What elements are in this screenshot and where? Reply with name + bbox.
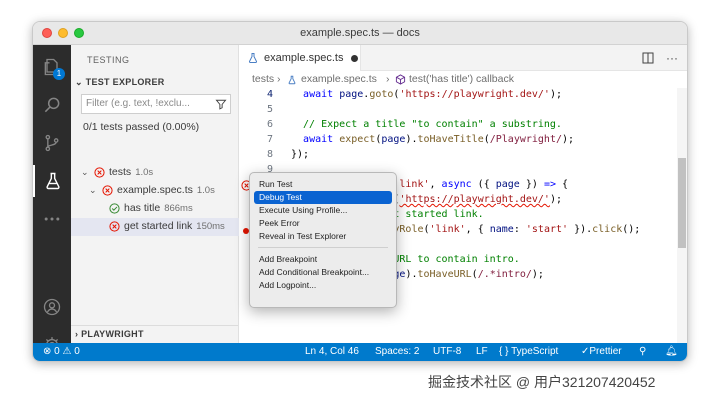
code-line: 5 — [239, 103, 687, 118]
menu-item-debug-test[interactable]: Debug Test — [254, 191, 392, 204]
tree-item-example-spec[interactable]: ⌄ example.spec.ts 1.0s — [71, 182, 239, 200]
language-mode[interactable]: { } TypeScript — [499, 346, 558, 357]
warning-icon: ⚠ — [62, 346, 72, 357]
scrollbar-thumb[interactable] — [678, 158, 686, 248]
warning-count: 0 — [74, 346, 80, 357]
notifications-bell-icon[interactable]: 🔔︎ — [665, 346, 678, 357]
tree-item-tests[interactable]: ⌄ tests 1.0s — [71, 164, 239, 182]
test-explorer-label: TEST EXPLORER — [85, 77, 165, 87]
breadcrumb-item-tests[interactable]: tests — [252, 73, 274, 85]
chevron-right-icon: › — [277, 73, 281, 85]
editor-scrollbar[interactable] — [677, 88, 687, 343]
split-editor-icon[interactable] — [641, 51, 655, 65]
more-actions-icon[interactable]: ··· — [665, 51, 679, 65]
code-line-text: }); — [291, 149, 310, 160]
code-line-text: await expect(page).toHaveTitle(/Playwrig… — [303, 134, 575, 145]
error-count: 0 — [54, 346, 60, 357]
tree-item-label: example.spec.ts — [117, 184, 193, 196]
explorer-icon[interactable]: 1 — [33, 51, 71, 83]
menu-item-add-breakpoint[interactable]: Add Breakpoint — [254, 253, 392, 266]
encoding[interactable]: UTF-8 — [433, 346, 461, 357]
chevron-down-icon: ⌄ — [81, 167, 89, 177]
failed-status-icon — [94, 167, 105, 178]
passed-status-icon — [109, 203, 120, 214]
tree-item-duration: 150ms — [196, 221, 225, 232]
more-icon[interactable] — [33, 203, 71, 235]
chevron-down-icon: ⌄ — [75, 77, 86, 87]
error-icon: ⊗ — [43, 346, 52, 357]
test-filter-input[interactable]: Filter (e.g. text, !exclu... — [81, 94, 231, 114]
cursor-position[interactable]: Ln 4, Col 46 — [305, 346, 359, 357]
tree-item-label: has title — [124, 202, 161, 214]
line-number: 4 — [266, 89, 273, 100]
prettier-label: Prettier — [589, 346, 622, 357]
menu-item-run-test[interactable]: Run Test — [254, 178, 392, 191]
symbol-method-icon — [395, 74, 406, 85]
indentation[interactable]: Spaces: 2 — [375, 346, 419, 357]
filter-placeholder: Filter (e.g. text, !exclu... — [86, 98, 190, 109]
breadcrumb: tests › example.spec.ts › test('has titl… — [239, 71, 687, 88]
end-of-line[interactable]: LF — [476, 346, 488, 357]
line-number: 8 — [266, 149, 273, 160]
prettier-status[interactable]: ✓Prettier — [581, 346, 622, 357]
tab-bar: example.spec.ts ··· — [239, 45, 687, 71]
code-line-text: // Expect a title "to contain" a substri… — [291, 119, 562, 130]
tree-item-get-started-link[interactable]: get started link 150ms — [71, 218, 239, 236]
chevron-down-icon: ⌄ — [89, 185, 97, 195]
menu-item-reveal-in-test-explorer[interactable]: Reveal in Test Explorer — [254, 230, 392, 243]
status-bar: ⊗ 0 ⚠ 0 Ln 4, Col 46 Spaces: 2 UTF-8 LF … — [33, 343, 687, 361]
code-line: 4 await page.goto('https://playwright.de… — [239, 88, 687, 103]
line-number: 5 — [266, 104, 273, 115]
title-bar: example.spec.ts — docs — [33, 22, 687, 45]
account-icon[interactable] — [33, 291, 71, 323]
code-line-text: await page.goto('https://playwright.dev/… — [303, 89, 562, 100]
testing-sidebar: TESTING ⌄ TEST EXPLORER Filter (e.g. tex… — [71, 45, 239, 343]
tree-item-duration: 1.0s — [196, 185, 215, 196]
line-number: 7 — [266, 134, 273, 145]
line-number: 6 — [266, 119, 273, 130]
menu-item-add-conditional-breakpoint[interactable]: Add Conditional Breakpoint... — [254, 266, 392, 279]
activity-bar: 1 — [33, 45, 71, 353]
feedback-icon[interactable]: ⚲ — [639, 346, 646, 357]
search-icon[interactable] — [33, 89, 71, 121]
failed-status-icon — [109, 221, 120, 232]
menu-separator — [258, 247, 388, 248]
playwright-section-header[interactable]: › PLAYWRIGHT — [71, 325, 238, 343]
flask-icon — [248, 53, 258, 63]
tree-item-has-title[interactable]: has title 866ms — [71, 200, 239, 218]
unsaved-dot-icon[interactable] — [351, 55, 358, 62]
chevron-right-icon: › — [386, 73, 390, 85]
menu-item-execute-using-profile[interactable]: Execute Using Profile... — [254, 204, 392, 217]
testing-icon[interactable] — [33, 165, 71, 197]
code-line: 6 // Expect a title "to contain" a subst… — [239, 118, 687, 133]
explorer-badge: 1 — [53, 68, 65, 80]
breadcrumb-item-file[interactable]: example.spec.ts — [301, 73, 377, 85]
code-line: 7 await expect(page).toHaveTitle(/Playwr… — [239, 133, 687, 148]
test-explorer-header[interactable]: ⌄ TEST EXPLORER — [75, 77, 165, 88]
tree-item-label: get started link — [124, 220, 193, 232]
tree-item-duration: 1.0s — [135, 167, 154, 178]
code-line: 8 }); — [239, 148, 687, 163]
playwright-section-label: PLAYWRIGHT — [81, 329, 144, 339]
flask-icon — [288, 75, 296, 85]
sidebar-title: TESTING — [87, 55, 130, 65]
tests-summary: 0/1 tests passed (0.00%) — [83, 121, 200, 133]
breadcrumb-item-symbol[interactable]: test('has title') callback — [409, 73, 514, 85]
failed-status-icon — [102, 185, 113, 196]
source-control-icon[interactable] — [33, 127, 71, 159]
tree-item-duration: 866ms — [164, 203, 193, 214]
braces-icon: { } — [499, 346, 509, 357]
language-label: TypeScript — [511, 346, 559, 357]
menu-item-add-logpoint[interactable]: Add Logpoint... — [254, 279, 392, 292]
window-title: example.spec.ts — docs — [300, 27, 420, 39]
tab-example-spec[interactable]: example.spec.ts — [239, 45, 361, 71]
watermark-text: 掘金技术社区 @ 用户321207420452 — [428, 374, 656, 390]
problems-indicator[interactable]: ⊗ 0 ⚠ 0 — [43, 346, 80, 357]
gutter-context-menu: Run Test Debug Test Execute Using Profil… — [249, 172, 397, 308]
tab-label: example.spec.ts — [264, 52, 344, 64]
filter-icon[interactable] — [215, 98, 227, 110]
tree-item-label: tests — [109, 166, 132, 178]
menu-item-peek-error[interactable]: Peek Error — [254, 217, 392, 230]
